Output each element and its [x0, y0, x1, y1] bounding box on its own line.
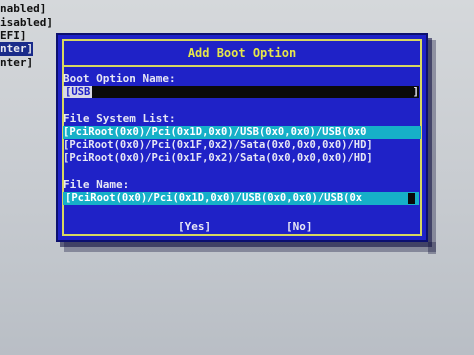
bg-setting-value-5: nter] [0, 56, 34, 69]
boot-option-name-value: [USB [63, 86, 93, 98]
add-boot-option-dialog: Add Boot Option Boot Option Name: [USB ]… [56, 33, 428, 242]
boot-option-name-field[interactable]: [USB ] [63, 86, 419, 98]
file-name-label: File Name: [63, 178, 130, 191]
file-system-item-1[interactable]: [PciRoot(0x0)/Pci(0x1D,0x0)/USB(0x0,0x0)… [63, 126, 421, 139]
bg-setting-value-4[interactable]: nter] [0, 42, 34, 56]
bg-setting-value-3: EFI] [0, 29, 27, 42]
boot-option-name-end-bracket: ] [412, 86, 419, 98]
file-name-value: [PciRoot(0x0)/Pci(0x1D,0x0)/USB(0x0,0x0)… [65, 192, 363, 204]
dialog-shadow-right [428, 40, 436, 254]
file-system-list-label: File System List: [63, 112, 176, 125]
bg-setting-value-1: nabled] [0, 2, 47, 15]
file-system-item-3[interactable]: [PciRoot(0x0)/Pci(0x1F,0x2)/Sata(0x0,0x0… [63, 152, 421, 165]
no-button[interactable]: [No] [286, 220, 313, 234]
dialog-shadow-bottom [64, 242, 436, 252]
boot-option-name-label: Boot Option Name: [63, 72, 176, 85]
text-cursor [408, 193, 415, 204]
yes-button[interactable]: [Yes] [178, 220, 211, 234]
bg-setting-value-2: isabled] [0, 16, 53, 29]
file-system-item-2[interactable]: [PciRoot(0x0)/Pci(0x1F,0x2)/Sata(0x0,0x0… [63, 139, 421, 152]
title-separator [62, 65, 422, 67]
dialog-title: Add Boot Option [187, 46, 297, 60]
file-name-field[interactable]: [PciRoot(0x0)/Pci(0x1D,0x0)/USB(0x0,0x0)… [63, 192, 419, 205]
